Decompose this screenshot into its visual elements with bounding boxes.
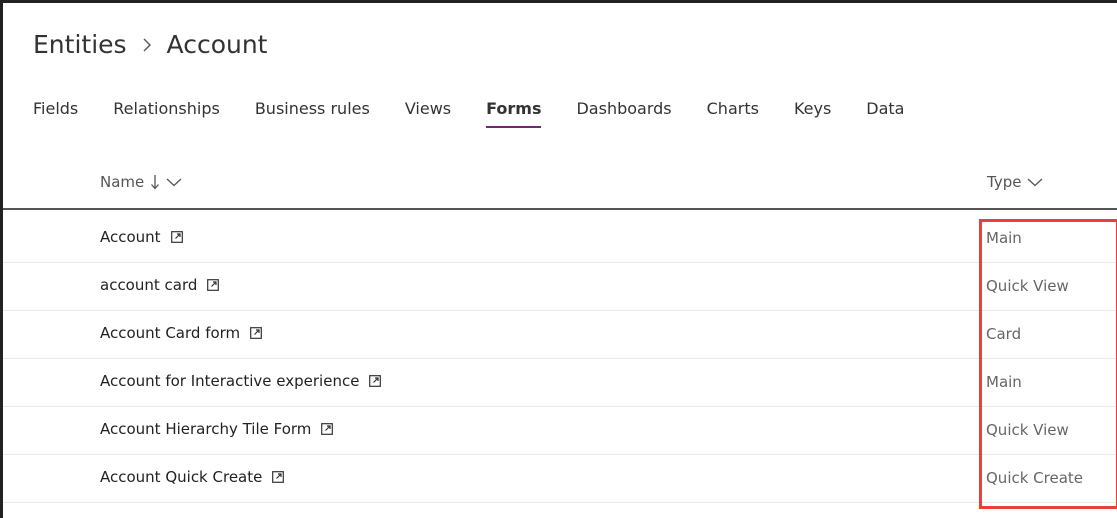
tab-forms[interactable]: Forms — [486, 99, 542, 128]
table-row[interactable]: Account Main — [3, 215, 1117, 263]
form-name: Account — [100, 228, 161, 246]
table-row[interactable]: Account for Interactive experience Main — [3, 359, 1117, 407]
table-header: Name Type — [0, 165, 1117, 205]
form-type: Quick View — [986, 277, 1069, 295]
open-in-new-window-icon[interactable] — [272, 471, 285, 483]
form-name-link[interactable]: Account Card form — [100, 324, 263, 342]
open-in-new-window-icon[interactable] — [207, 279, 220, 291]
arrow-down-icon — [151, 175, 160, 190]
form-name-link[interactable]: Account Quick Create — [100, 468, 285, 486]
tab-views[interactable]: Views — [405, 99, 451, 118]
form-name: Account for Interactive experience — [100, 372, 360, 390]
tab-dashboards[interactable]: Dashboards — [576, 99, 671, 118]
column-header-name[interactable]: Name — [100, 173, 182, 191]
table-row[interactable]: account card Quick View — [3, 263, 1117, 311]
table-row[interactable]: Account Hierarchy Tile Form Quick View — [3, 407, 1117, 455]
column-header-type[interactable]: Type — [987, 173, 1043, 191]
breadcrumb: Entities Account — [33, 30, 268, 59]
header-divider — [3, 208, 1117, 210]
tab-charts[interactable]: Charts — [707, 99, 759, 118]
tab-keys[interactable]: Keys — [794, 99, 831, 118]
tab-fields[interactable]: Fields — [33, 99, 78, 118]
open-in-new-window-icon[interactable] — [369, 375, 382, 387]
column-header-name-label: Name — [100, 173, 145, 191]
entity-tabs: Fields Relationships Business rules View… — [33, 99, 904, 128]
chevron-down-icon — [1028, 178, 1043, 187]
chevron-down-icon — [166, 178, 182, 187]
column-header-type-label: Type — [987, 173, 1022, 191]
form-type: Card — [986, 325, 1022, 343]
form-type: Main — [986, 373, 1022, 391]
tab-data[interactable]: Data — [866, 99, 904, 118]
form-type: Quick View — [986, 421, 1069, 439]
open-in-new-window-icon[interactable] — [170, 231, 183, 243]
form-name-link[interactable]: Account — [100, 228, 183, 246]
form-name-link[interactable]: Account Hierarchy Tile Form — [100, 420, 334, 438]
table-row[interactable]: Account Card form Card — [3, 311, 1117, 359]
form-name-link[interactable]: Account for Interactive experience — [100, 372, 382, 390]
form-type: Main — [986, 229, 1022, 247]
form-name: account card — [100, 276, 198, 294]
form-name: Account Quick Create — [100, 468, 263, 486]
breadcrumb-account: Account — [166, 30, 268, 59]
form-type: Quick Create — [986, 469, 1084, 487]
form-name: Account Hierarchy Tile Form — [100, 420, 312, 438]
table-row[interactable]: Account Quick Create Quick Create — [3, 455, 1117, 503]
form-name-link[interactable]: account card — [100, 276, 220, 294]
chevron-right-icon — [143, 38, 151, 51]
form-name: Account Card form — [100, 324, 241, 342]
tab-relationships[interactable]: Relationships — [113, 99, 220, 118]
tab-business-rules[interactable]: Business rules — [255, 99, 370, 118]
open-in-new-window-icon[interactable] — [250, 327, 263, 339]
open-in-new-window-icon[interactable] — [321, 423, 334, 435]
breadcrumb-entities[interactable]: Entities — [33, 30, 127, 59]
